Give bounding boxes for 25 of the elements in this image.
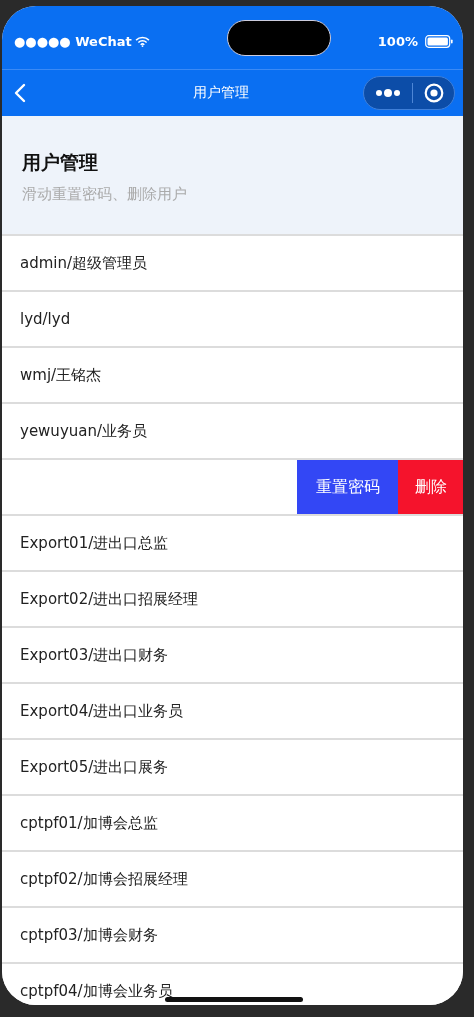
page-title: 用户管理 <box>22 150 99 175</box>
delete-button[interactable]: 删除 <box>398 460 463 514</box>
user-name: Export05/进出口展务 <box>20 757 169 777</box>
user-name: Export01/进出口总监 <box>20 533 169 553</box>
page-subtitle: 滑动重置密码、删除用户 <box>22 185 188 204</box>
user-row[interactable]: 重置密码 删除 <box>2 460 463 516</box>
user-name: Export04/进出口业务员 <box>20 701 184 721</box>
user-name: Export02/进出口招展经理 <box>20 589 199 609</box>
user-name: cptpf04/加博会业务员 <box>20 981 173 1001</box>
wifi-icon <box>134 36 150 47</box>
more-icon[interactable] <box>375 89 401 97</box>
battery-icon <box>425 35 453 48</box>
reset-password-button[interactable]: 重置密码 <box>297 460 398 514</box>
user-name: Export03/进出口财务 <box>20 645 169 665</box>
nav-title: 用户管理 <box>191 84 250 102</box>
user-name: admin/超级管理员 <box>20 253 148 273</box>
battery-text: 100% <box>377 34 418 49</box>
user-name: cptpf03/加博会财务 <box>20 925 158 945</box>
user-name: lyd/lyd <box>20 310 71 328</box>
user-name: cptpf01/加博会总监 <box>20 813 158 833</box>
back-icon[interactable] <box>14 83 26 103</box>
carrier-text: ●●●●● WeChat <box>14 34 132 49</box>
user-name: yewuyuan/业务员 <box>20 421 148 441</box>
user-name: wmj/王铭杰 <box>20 365 102 385</box>
user-name: cptpf02/加博会招展经理 <box>20 869 188 889</box>
